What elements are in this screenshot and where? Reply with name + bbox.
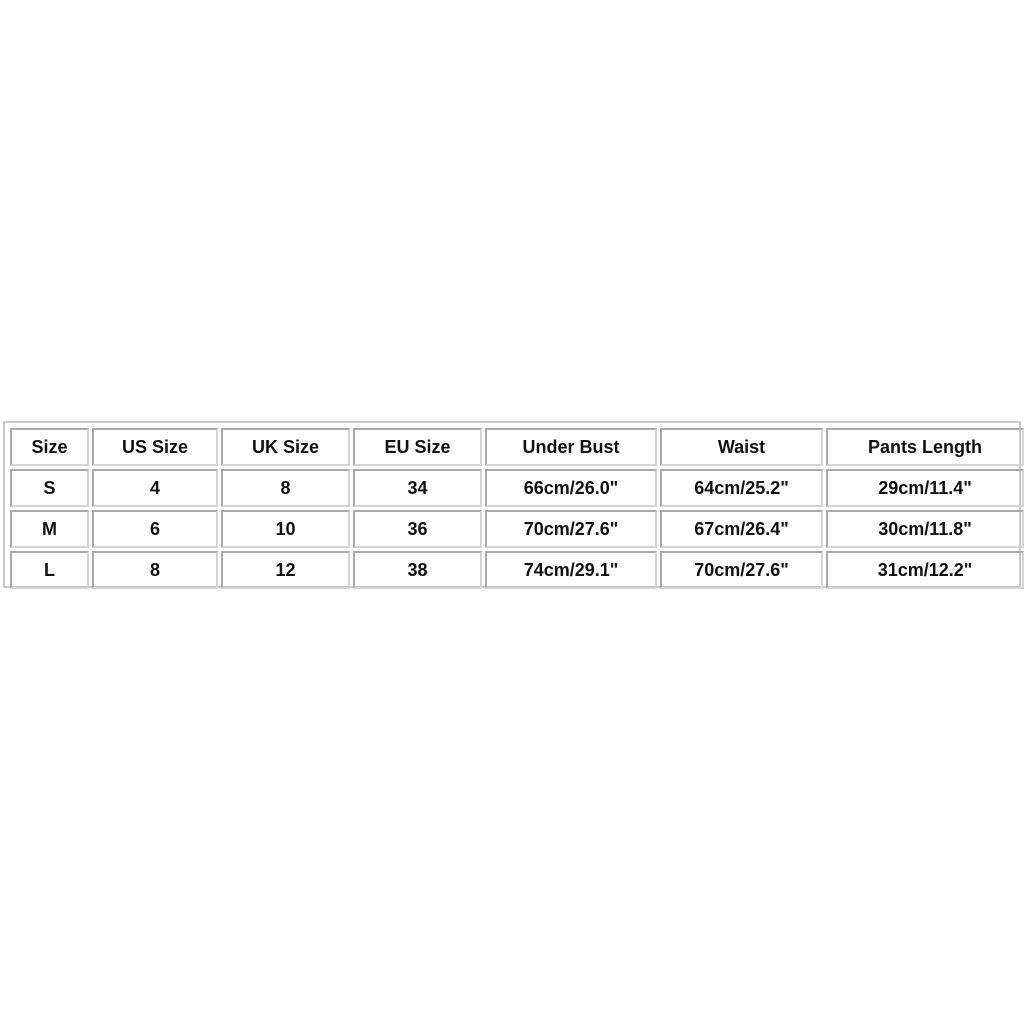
- cell-size: M: [10, 510, 89, 548]
- header-under-bust: Under Bust: [485, 428, 657, 466]
- table-row: L 8 12 38 74cm/29.1" 70cm/27.6" 31cm/12.…: [10, 551, 1024, 589]
- header-waist: Waist: [660, 428, 823, 466]
- cell-size: L: [10, 551, 89, 589]
- cell-eu-size: 38: [353, 551, 482, 589]
- cell-uk-size: 10: [221, 510, 350, 548]
- table-row: S 4 8 34 66cm/26.0" 64cm/25.2" 29cm/11.4…: [10, 469, 1024, 507]
- header-size: Size: [10, 428, 89, 466]
- cell-uk-size: 8: [221, 469, 350, 507]
- cell-waist: 67cm/26.4": [660, 510, 823, 548]
- cell-us-size: 8: [92, 551, 218, 589]
- header-pants-length: Pants Length: [826, 428, 1024, 466]
- header-uk-size: UK Size: [221, 428, 350, 466]
- cell-pants-length: 29cm/11.4": [826, 469, 1024, 507]
- cell-under-bust: 66cm/26.0": [485, 469, 657, 507]
- header-us-size: US Size: [92, 428, 218, 466]
- cell-under-bust: 70cm/27.6": [485, 510, 657, 548]
- size-chart: Size US Size UK Size EU Size Under Bust …: [3, 421, 1024, 589]
- cell-eu-size: 34: [353, 469, 482, 507]
- cell-pants-length: 31cm/12.2": [826, 551, 1024, 589]
- cell-uk-size: 12: [221, 551, 350, 589]
- cell-waist: 70cm/27.6": [660, 551, 823, 589]
- cell-eu-size: 36: [353, 510, 482, 548]
- cell-us-size: 6: [92, 510, 218, 548]
- cell-us-size: 4: [92, 469, 218, 507]
- cell-waist: 64cm/25.2": [660, 469, 823, 507]
- size-chart-table: Size US Size UK Size EU Size Under Bust …: [7, 425, 1024, 592]
- header-eu-size: EU Size: [353, 428, 482, 466]
- cell-under-bust: 74cm/29.1": [485, 551, 657, 589]
- cell-pants-length: 30cm/11.8": [826, 510, 1024, 548]
- table-row: M 6 10 36 70cm/27.6" 67cm/26.4" 30cm/11.…: [10, 510, 1024, 548]
- cell-size: S: [10, 469, 89, 507]
- header-row: Size US Size UK Size EU Size Under Bust …: [10, 428, 1024, 466]
